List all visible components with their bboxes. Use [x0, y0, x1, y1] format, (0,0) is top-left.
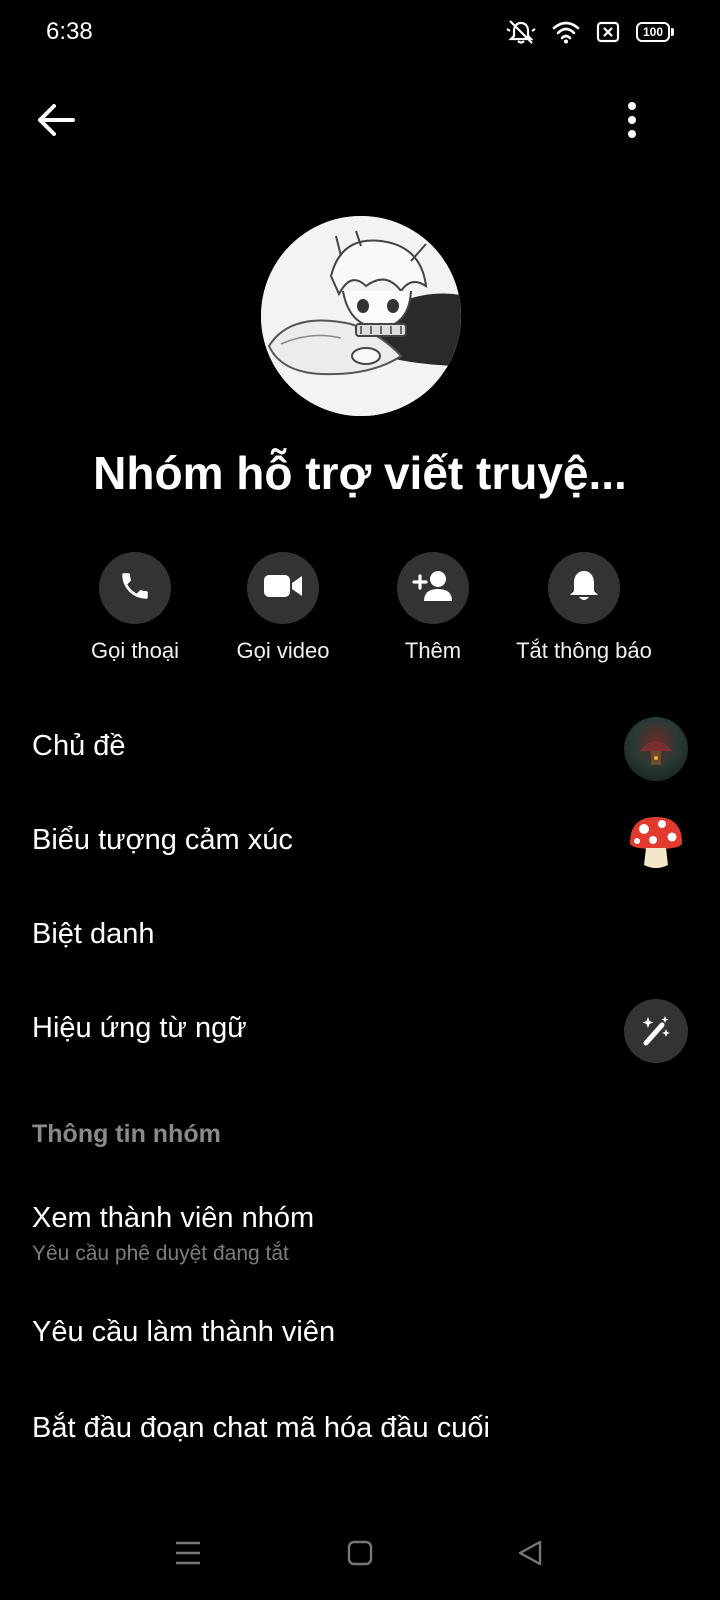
battery-icon: 100 — [636, 22, 674, 42]
action-circle[interactable] — [548, 552, 620, 624]
status-icons: 100 — [506, 18, 674, 46]
more-vertical-icon — [627, 101, 637, 144]
theme-row[interactable]: Chủ đề — [0, 704, 720, 794]
group-avatar[interactable] — [261, 216, 461, 416]
group-name: Nhóm hỗ trợ viết truyệ... — [93, 447, 627, 499]
theme-label: Chủ đề — [32, 730, 126, 762]
add-member-button[interactable]: Thêm — [348, 552, 518, 664]
back-triangle-icon — [517, 1539, 543, 1572]
membership-requests-row[interactable]: Yêu cầu làm thành viên — [0, 1290, 720, 1380]
video-camera-icon — [263, 572, 303, 605]
arrow-left-icon — [36, 103, 76, 142]
magic-wand-icon — [624, 999, 688, 1063]
action-circle[interactable] — [397, 552, 469, 624]
system-back-button[interactable] — [500, 1530, 560, 1580]
word-effects-label: Hiệu ứng từ ngữ — [32, 1012, 247, 1044]
home-button[interactable] — [330, 1530, 390, 1580]
view-members-label: Xem thành viên nhóm — [32, 1202, 315, 1234]
emoji-row[interactable]: Biểu tượng cảm xúc — [0, 798, 720, 888]
e2ee-chat-label: Bắt đầu đoạn chat mã hóa đầu cuối — [32, 1412, 490, 1444]
status-bar: 6:38 100 — [0, 0, 720, 64]
membership-requests-label: Yêu cầu làm thành viên — [32, 1316, 336, 1348]
menu-icon — [174, 1540, 202, 1571]
action-buttons: Gọi thoại Gọi video Thêm Tắt thông báo — [0, 552, 720, 682]
back-button[interactable] — [30, 96, 82, 148]
action-circle[interactable] — [247, 552, 319, 624]
home-square-icon — [347, 1540, 373, 1571]
nickname-label: Biệt danh — [32, 918, 155, 950]
more-options-button[interactable] — [606, 96, 658, 148]
group-settings-screen: 6:38 100 Nhóm hỗ trợ viết truyệ... Gọi t… — [0, 0, 720, 1600]
video-call-button[interactable]: Gọi video — [198, 552, 368, 664]
approval-status-label: Yêu cầu phê duyệt đang tắt — [32, 1242, 289, 1265]
word-effects-row[interactable]: Hiệu ứng từ ngữ — [0, 986, 720, 1076]
status-time: 6:38 — [46, 18, 93, 45]
action-label: Gọi video — [236, 638, 330, 663]
mushroom-icon — [624, 811, 688, 875]
action-label: Tắt thông báo — [516, 638, 652, 663]
phone-icon — [118, 569, 152, 608]
add-person-icon — [412, 569, 454, 608]
emoji-label: Biểu tượng cảm xúc — [32, 824, 293, 856]
nickname-row[interactable]: Biệt danh — [0, 892, 720, 982]
view-members-row[interactable]: Xem thành viên nhóm Yêu cầu phê duyệt đa… — [0, 1180, 720, 1280]
mute-icon — [506, 19, 536, 45]
group-info-header: Thông tin nhóm — [32, 1120, 221, 1148]
voice-call-button[interactable]: Gọi thoại — [50, 552, 220, 664]
recent-apps-button[interactable] — [158, 1530, 218, 1580]
mute-notifications-button[interactable]: Tắt thông báo — [499, 552, 669, 664]
sim-off-icon — [596, 21, 620, 43]
action-label: Thêm — [404, 638, 462, 663]
wifi-icon — [552, 20, 580, 44]
e2ee-chat-row[interactable]: Bắt đầu đoạn chat mã hóa đầu cuối — [0, 1386, 720, 1476]
battery-level: 100 — [636, 22, 670, 42]
system-nav-bar — [0, 1510, 720, 1600]
action-circle[interactable] — [99, 552, 171, 624]
action-label: Gọi thoại — [90, 638, 180, 663]
bell-icon — [568, 569, 600, 608]
theme-swatch — [624, 717, 688, 781]
